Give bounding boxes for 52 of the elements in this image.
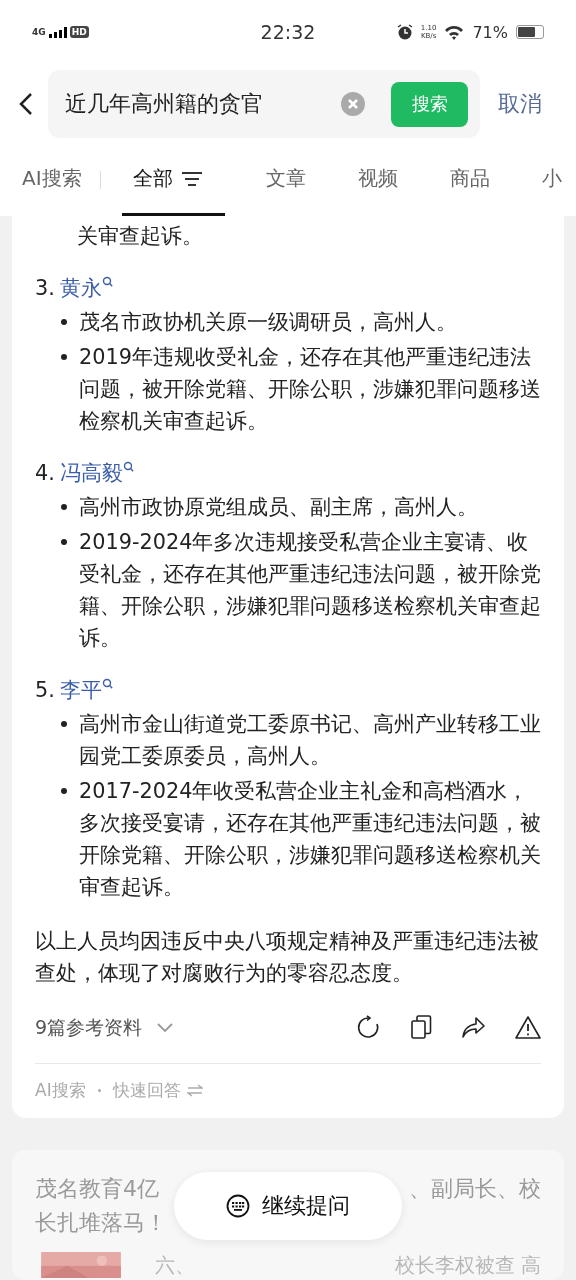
bullet-text: 高州市政协原党组成员、副主席，高州人。 bbox=[79, 494, 479, 521]
bullet-dot bbox=[61, 504, 67, 510]
copy-icon[interactable] bbox=[411, 1015, 432, 1039]
source-label: AI搜索 bbox=[35, 1079, 86, 1102]
battery-icon bbox=[516, 25, 544, 39]
summary-text: 以上人员均因违反中央八项规定精神及严重违纪违法被查处，体现了对腐败行为的零容忍态度。 bbox=[35, 928, 540, 987]
bullet-dot bbox=[61, 354, 67, 360]
result-snippet: 六、 bbox=[155, 1252, 195, 1278]
bullet-dot bbox=[61, 721, 67, 727]
clock-time: 22:32 bbox=[259, 21, 317, 43]
person-link[interactable]: 黄永 bbox=[60, 272, 102, 304]
bullet-text: 2019年违规收受礼金，还存在其他严重违纪违法问题，被开除党籍、开除公职，涉嫌犯罪问题移送检察机关审查起诉。 bbox=[79, 344, 541, 435]
person-link[interactable]: 冯高毅 bbox=[60, 457, 123, 489]
references-link[interactable]: 9篇参考资料 bbox=[35, 1011, 143, 1043]
answer-text: 关审查起诉。 bbox=[76, 223, 204, 250]
bullet-dot bbox=[61, 539, 67, 545]
list-number: 3. bbox=[35, 275, 56, 302]
search-icon[interactable] bbox=[102, 678, 113, 689]
mode-label: 快速回答 bbox=[112, 1079, 181, 1102]
alarm-clock-icon bbox=[396, 24, 413, 40]
continue-asking-button[interactable]: 继续提问 bbox=[174, 1172, 402, 1240]
tab[interactable]: 商品 bbox=[449, 144, 490, 216]
list-number: 4. bbox=[35, 460, 56, 487]
signal-icon bbox=[48, 26, 67, 38]
back-icon[interactable] bbox=[18, 92, 34, 116]
bullet-text: 茂名市政协机关原一级调研员，高州人。 bbox=[79, 309, 458, 336]
share-icon[interactable] bbox=[462, 1016, 485, 1038]
network-type: 4G bbox=[32, 27, 46, 37]
separator-dot bbox=[97, 1088, 101, 1092]
hd-badge: HD bbox=[69, 26, 89, 38]
cancel-link[interactable]: 取消 bbox=[498, 89, 542, 119]
refresh-icon[interactable] bbox=[357, 1015, 381, 1039]
tab[interactable]: 文章 bbox=[265, 144, 306, 216]
bullet-dot bbox=[61, 788, 67, 794]
filter-icon bbox=[180, 169, 203, 188]
bullet-text: 2017-2024年收受私营企业主礼金和高档酒水，多次接受宴请，还存在其他严重违纪违法问题，被开除党籍、开除公职，涉嫌犯罪问题移送检察机关审查起诉。 bbox=[79, 778, 541, 901]
result-snippet: 校长李权被查 高 bbox=[394, 1252, 541, 1278]
bullet-text: 高州市金山街道党工委原书记、高州产业转移工业园党工委原委员，高州人。 bbox=[79, 711, 541, 770]
list-number: 5. bbox=[35, 677, 56, 704]
keyboard-icon bbox=[226, 1194, 250, 1218]
search-icon[interactable] bbox=[123, 461, 134, 472]
wifi-icon bbox=[444, 24, 465, 40]
bullet-dot bbox=[61, 319, 67, 325]
warning-icon[interactable] bbox=[515, 1015, 541, 1039]
chevron-down-icon[interactable] bbox=[156, 1021, 175, 1033]
search-icon[interactable] bbox=[102, 276, 113, 287]
battery-percent: 71% bbox=[472, 22, 508, 42]
person-link[interactable]: 李平 bbox=[60, 674, 102, 706]
tab[interactable]: AI搜索 bbox=[22, 144, 82, 216]
tab[interactable]: 视频 bbox=[357, 144, 398, 216]
tab[interactable]: 小 bbox=[541, 144, 562, 216]
bullet-text: 2019-2024年多次违规接受私营企业主宴请、收受礼金，还存在其他严重违纪违法问题，被开除党籍、开除公职，涉嫌犯罪问题移送检察机关审查起诉。 bbox=[79, 529, 541, 652]
